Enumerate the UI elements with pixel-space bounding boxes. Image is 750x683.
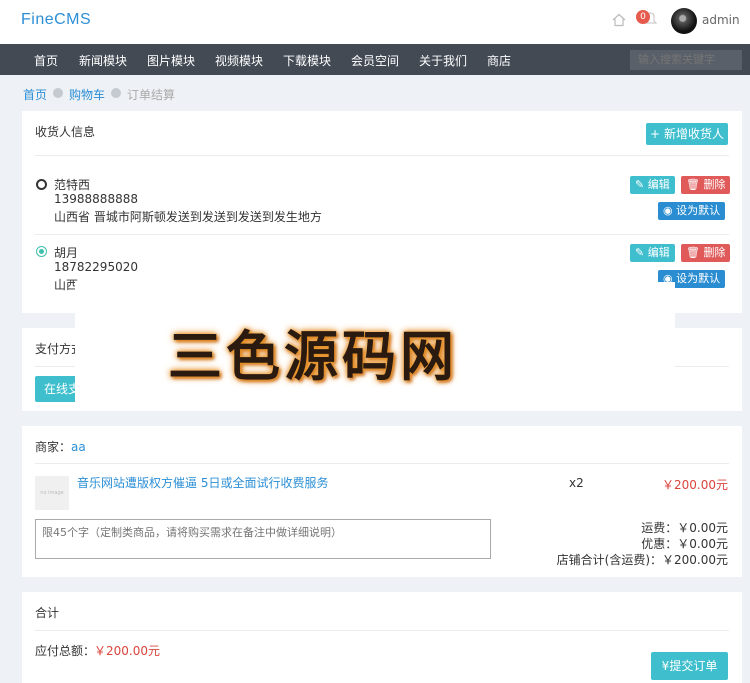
address-phone: 13988888888	[54, 192, 138, 206]
discount: 优惠：￥0.00元	[641, 537, 728, 551]
submit-order-button[interactable]: ¥提交订单	[651, 652, 728, 680]
shop-total: 店铺合计(含运费)：￥200.00元	[556, 553, 728, 567]
edit-icon: ✎	[635, 246, 645, 259]
delete-label: 删除	[703, 178, 726, 191]
merchant-name[interactable]: aa	[71, 440, 86, 454]
edit-button[interactable]: ✎ 编辑	[630, 244, 675, 262]
nav-item-downloads[interactable]: 下载模块	[283, 52, 331, 69]
divider	[35, 234, 729, 235]
set-default-button[interactable]: ◉ 设为默认	[658, 202, 726, 220]
delete-button[interactable]: 🗑 删除	[681, 244, 731, 262]
product-price: ￥200.00元	[662, 478, 728, 492]
set-default-label: 设为默认	[676, 204, 721, 217]
address-radio[interactable]	[36, 179, 47, 190]
site-logo[interactable]: FineCMS	[21, 11, 91, 29]
trash-icon: 🗑	[686, 246, 700, 259]
edit-label: 编辑	[647, 246, 670, 259]
merchant-label: 商家：	[35, 440, 72, 454]
nav-item-about[interactable]: 关于我们	[419, 52, 467, 69]
product-thumbnail[interactable]: no image	[35, 476, 69, 510]
search-input[interactable]	[630, 50, 742, 70]
merchant-row: 商家：aa	[35, 438, 86, 455]
receiver-title: 收货人信息	[35, 125, 96, 139]
notification-badge: 0	[636, 10, 650, 24]
submit-order-label: 提交订单	[669, 659, 718, 673]
address-phone: 18782295020	[54, 260, 138, 274]
delete-button[interactable]: 🗑 删除	[681, 176, 731, 194]
add-receiver-label: 新增收货人	[663, 127, 724, 141]
total-panel: 合计 应付总额： ￥200.00元 ¥提交订单	[22, 592, 742, 683]
breadcrumb-separator	[111, 88, 121, 98]
target-icon: ◉	[663, 204, 673, 217]
top-bar: FineCMS 0 admin	[0, 0, 750, 44]
product-name[interactable]: 音乐网站遭版权方催逼 5日或全面试行收费服务	[77, 474, 328, 491]
breadcrumb-home[interactable]: 首页	[23, 86, 47, 103]
nav-item-member[interactable]: 会员空间	[351, 52, 399, 69]
plus-icon: +	[650, 127, 661, 141]
trash-icon: 🗑	[686, 178, 700, 191]
watermark: 三色源码网	[168, 324, 458, 388]
avatar[interactable]	[671, 8, 697, 34]
username[interactable]: admin	[702, 13, 740, 27]
divider	[35, 630, 729, 631]
nav-item-home[interactable]: 首页	[34, 52, 58, 69]
divider	[35, 463, 729, 464]
nav-item-news[interactable]: 新闻模块	[79, 52, 127, 69]
set-default-label: 设为默认	[676, 272, 721, 285]
add-receiver-button[interactable]: + 新增收货人	[646, 123, 728, 145]
edit-label: 编辑	[647, 178, 670, 191]
nav-item-images[interactable]: 图片模块	[147, 52, 195, 69]
payable-amount: ￥200.00元	[94, 644, 160, 658]
address-radio-selected[interactable]	[36, 246, 47, 257]
breadcrumb-cart[interactable]: 购物车	[69, 86, 105, 103]
divider	[35, 155, 729, 156]
notification-button[interactable]: 0	[636, 10, 658, 30]
breadcrumb-separator	[53, 88, 63, 98]
nav-item-videos[interactable]: 视频模块	[215, 52, 263, 69]
breadcrumb-current: 订单结算	[127, 88, 176, 102]
payable-label: 应付总额：	[35, 644, 96, 658]
home-icon[interactable]	[612, 13, 626, 27]
total-title: 合计	[35, 606, 60, 620]
nav-item-shop[interactable]: 商店	[487, 52, 511, 69]
merchant-panel: 商家：aa no image 音乐网站遭版权方催逼 5日或全面试行收费服务 x2…	[22, 426, 742, 577]
delete-label: 删除	[703, 246, 726, 259]
address-name: 范特西	[54, 178, 91, 192]
address-detail: 山西省 晋城市阿斯顿发送到发送到发送到发生地方	[54, 210, 322, 224]
edit-button[interactable]: ✎ 编辑	[630, 176, 675, 194]
shipping-fee: 运费：￥0.00元	[641, 521, 728, 535]
product-quantity: x2	[569, 476, 584, 490]
address-name: 胡月	[54, 246, 79, 260]
order-remark-input[interactable]	[35, 519, 491, 559]
edit-icon: ✎	[635, 178, 645, 191]
